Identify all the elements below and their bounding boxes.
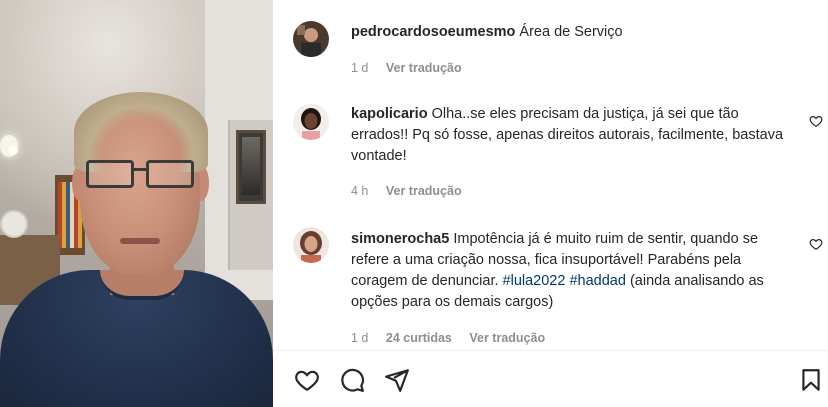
comment-text: simonerocha5 Impotência já é muito ruim … xyxy=(351,229,796,313)
comment-meta: 4 h Ver tradução xyxy=(351,184,476,198)
comment-meta: 1 d 24 curtidas Ver tradução xyxy=(351,331,559,345)
comment-time[interactable]: 1 d xyxy=(351,331,368,345)
comments-panel: pedrocardosoeumesmo Área de Serviço 1 d … xyxy=(273,0,828,407)
translate-link[interactable]: Ver tradução xyxy=(386,184,462,198)
lamp-bulb xyxy=(8,145,18,155)
likes-count[interactable]: 24 curtidas xyxy=(386,331,452,345)
comment-meta: 1 d Ver tradução xyxy=(351,61,476,75)
comment-time[interactable]: 1 d xyxy=(351,61,368,75)
heart-icon[interactable] xyxy=(294,367,320,393)
comment-username[interactable]: kapolicario xyxy=(351,106,428,122)
comment-text: kapolicario Olha..se eles precisam da ju… xyxy=(351,104,791,167)
comment-body: Área de Serviço xyxy=(519,24,623,40)
comment-like-icon[interactable] xyxy=(809,114,823,128)
avatar[interactable] xyxy=(293,227,329,263)
comment-icon[interactable] xyxy=(339,367,365,393)
comment-username[interactable]: pedrocardosoeumesmo xyxy=(351,24,515,40)
paper-plane-icon[interactable] xyxy=(384,367,410,393)
hashtag-link[interactable]: #lula2022 xyxy=(503,273,566,289)
avatar[interactable] xyxy=(293,104,329,140)
person-glasses xyxy=(86,160,196,190)
bookmark-icon[interactable] xyxy=(798,367,824,393)
action-bar xyxy=(273,351,828,407)
comment-text: pedrocardosoeumesmo Área de Serviço xyxy=(351,22,791,43)
post-media[interactable] xyxy=(0,0,273,407)
comment-like-icon[interactable] xyxy=(809,237,823,251)
avatar[interactable] xyxy=(293,21,329,57)
wall-picture xyxy=(236,130,266,204)
translate-link[interactable]: Ver tradução xyxy=(386,61,462,75)
comment-username[interactable]: simonerocha5 xyxy=(351,231,449,247)
translate-link[interactable]: Ver tradução xyxy=(469,331,545,345)
decor-plate xyxy=(0,210,28,238)
comment-time[interactable]: 4 h xyxy=(351,184,368,198)
hashtag-link[interactable]: #haddad xyxy=(569,273,625,289)
person-mouth xyxy=(120,238,160,244)
